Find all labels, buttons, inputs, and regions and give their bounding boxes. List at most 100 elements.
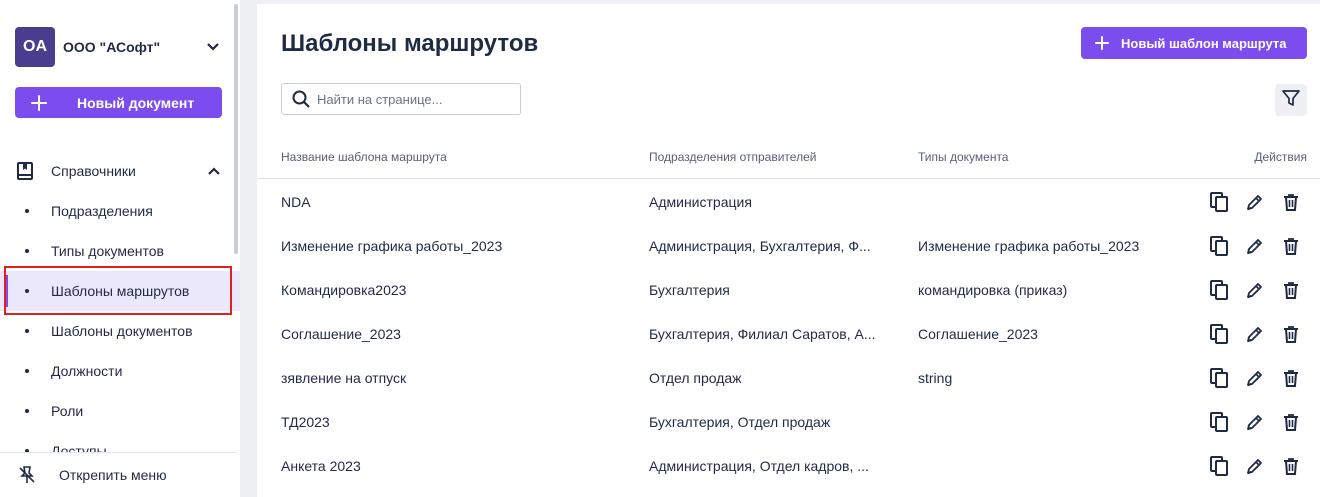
cell-doc-types: string (918, 370, 953, 386)
delete-icon[interactable] (1279, 234, 1303, 258)
edit-icon[interactable] (1243, 410, 1267, 434)
copy-icon[interactable] (1207, 454, 1231, 478)
new-document-label: Новый документ (77, 94, 195, 111)
sidebar-item-label: Роли (51, 403, 84, 419)
cell-name: NDA (281, 194, 311, 210)
sidebar-item-document-types[interactable]: Типы документов (0, 231, 240, 271)
new-document-button[interactable]: Новый документ (15, 87, 222, 118)
copy-icon[interactable] (1207, 234, 1231, 258)
bullet-icon (25, 409, 29, 413)
row-actions (1207, 322, 1315, 346)
table-body: NDA Администрация Изменение графика работы… (257, 180, 1320, 488)
row-actions (1207, 234, 1315, 258)
table-header: Название шаблона маршрута Подразделения … (257, 144, 1320, 179)
cell-name: ТД2023 (281, 414, 330, 430)
column-header-departments[interactable]: Подразделения отправителей (649, 150, 816, 164)
sidebar-item-label: Должности (51, 363, 123, 379)
row-actions (1207, 190, 1315, 214)
sidebar-item-label: Типы документов (51, 243, 164, 259)
sidebar: OA ООО "АСофт" Новый документ Справочник… (0, 0, 240, 497)
column-header-doc-types[interactable]: Типы документа (918, 150, 1008, 164)
search-input[interactable] (317, 91, 507, 107)
bullet-icon (25, 329, 29, 333)
bullet-icon (25, 209, 29, 213)
table-row[interactable]: ТД2023 Бухгалтерия, Отдел продаж (257, 400, 1320, 444)
edit-icon[interactable] (1243, 322, 1267, 346)
edit-icon[interactable] (1243, 190, 1267, 214)
table-row[interactable]: зявление на отпуск Отдел продаж string (257, 356, 1320, 400)
filter-button[interactable] (1275, 84, 1307, 116)
table-row[interactable]: Изменение графика работы_2023 Администрац… (257, 224, 1320, 268)
table-row[interactable]: Анкета 2023 Администрация, Отдел кадров, … (257, 444, 1320, 488)
delete-icon[interactable] (1279, 322, 1303, 346)
org-name: ООО "АСофт" (63, 39, 161, 55)
sidebar-item-departments[interactable]: Подразделения (0, 191, 240, 231)
book-icon (15, 161, 35, 181)
unpin-icon (17, 465, 37, 485)
copy-icon[interactable] (1207, 366, 1231, 390)
org-switcher[interactable]: OA ООО "АСофт" (15, 27, 220, 67)
cell-doc-types: Соглашение_2023 (918, 326, 1038, 342)
cell-name: зявление на отпуск (281, 370, 407, 386)
cell-doc-types: Изменение графика работы_2023 (918, 238, 1140, 254)
unpin-menu-button[interactable]: Открепить меню (0, 452, 238, 497)
table-row[interactable]: Соглашение_2023 Бухгалтерия, Филиал Сарат… (257, 312, 1320, 356)
delete-icon[interactable] (1279, 366, 1303, 390)
table-row[interactable]: NDA Администрация (257, 180, 1320, 224)
row-actions (1207, 366, 1315, 390)
cell-departments: Администрация, Отдел кадров, ... (649, 458, 869, 474)
edit-icon[interactable] (1243, 278, 1267, 302)
bullet-icon (25, 289, 29, 293)
copy-icon[interactable] (1207, 410, 1231, 434)
row-actions (1207, 454, 1315, 478)
cell-departments: Бухгалтерия, Филиал Саратов, А... (649, 326, 876, 342)
delete-icon[interactable] (1279, 410, 1303, 434)
new-route-template-button[interactable]: Новый шаблон маршрута (1081, 27, 1307, 59)
plus-icon (1095, 36, 1109, 50)
section-label: Справочники (51, 163, 136, 179)
row-actions (1207, 410, 1315, 434)
cell-departments: Отдел продаж (649, 370, 742, 386)
cell-departments: Бухгалтерия, Отдел продаж (649, 414, 831, 430)
edit-icon[interactable] (1243, 234, 1267, 258)
org-avatar: OA (15, 27, 55, 67)
copy-icon[interactable] (1207, 278, 1231, 302)
sidebar-item-positions[interactable]: Должности (0, 351, 240, 391)
sidebar-item-route-templates[interactable]: Шаблоны маршрутов (0, 271, 240, 311)
cell-departments: Администрация (649, 194, 752, 210)
cell-departments: Бухгалтерия (649, 282, 730, 298)
column-header-actions: Действия (1254, 150, 1307, 164)
sidebar-item-roles[interactable]: Роли (0, 391, 240, 431)
table-row[interactable]: Командировка2023 Бухгалтерия командировка … (257, 268, 1320, 312)
sidebar-item-label: Шаблоны документов (51, 323, 193, 339)
copy-icon[interactable] (1207, 322, 1231, 346)
cell-name: Соглашение_2023 (281, 326, 401, 342)
bullet-icon (25, 369, 29, 373)
sidebar-item-label: Подразделения (51, 203, 153, 219)
cell-doc-types: командировка (приказ) (918, 282, 1068, 298)
delete-icon[interactable] (1279, 278, 1303, 302)
unpin-label: Открепить меню (59, 467, 167, 483)
sidebar-nav: Подразделения Типы документов Шаблоны ма… (0, 191, 240, 471)
new-route-template-label: Новый шаблон маршрута (1121, 35, 1287, 51)
delete-icon[interactable] (1279, 190, 1303, 214)
delete-icon[interactable] (1279, 454, 1303, 478)
cell-departments: Администрация, Бухгалтерия, Ф... (649, 238, 871, 254)
edit-icon[interactable] (1243, 366, 1267, 390)
sidebar-section-references[interactable]: Справочники (15, 158, 220, 184)
search-box[interactable] (281, 83, 521, 115)
column-header-name[interactable]: Название шаблона маршрута (281, 150, 447, 164)
page-title: Шаблоны маршрутов (281, 30, 539, 57)
cell-name: Изменение графика работы_2023 (281, 238, 503, 254)
copy-icon[interactable] (1207, 190, 1231, 214)
chevron-up-icon[interactable] (208, 162, 220, 180)
bullet-icon (25, 249, 29, 253)
edit-icon[interactable] (1243, 454, 1267, 478)
cell-name: Анкета 2023 (281, 458, 361, 474)
main-panel: Шаблоны маршрутов Новый шаблон маршрута … (257, 4, 1320, 497)
plus-icon (31, 94, 47, 111)
chevron-down-icon[interactable] (206, 40, 220, 54)
row-actions (1207, 278, 1315, 302)
cell-name: Командировка2023 (281, 282, 407, 298)
sidebar-item-document-templates[interactable]: Шаблоны документов (0, 311, 240, 351)
